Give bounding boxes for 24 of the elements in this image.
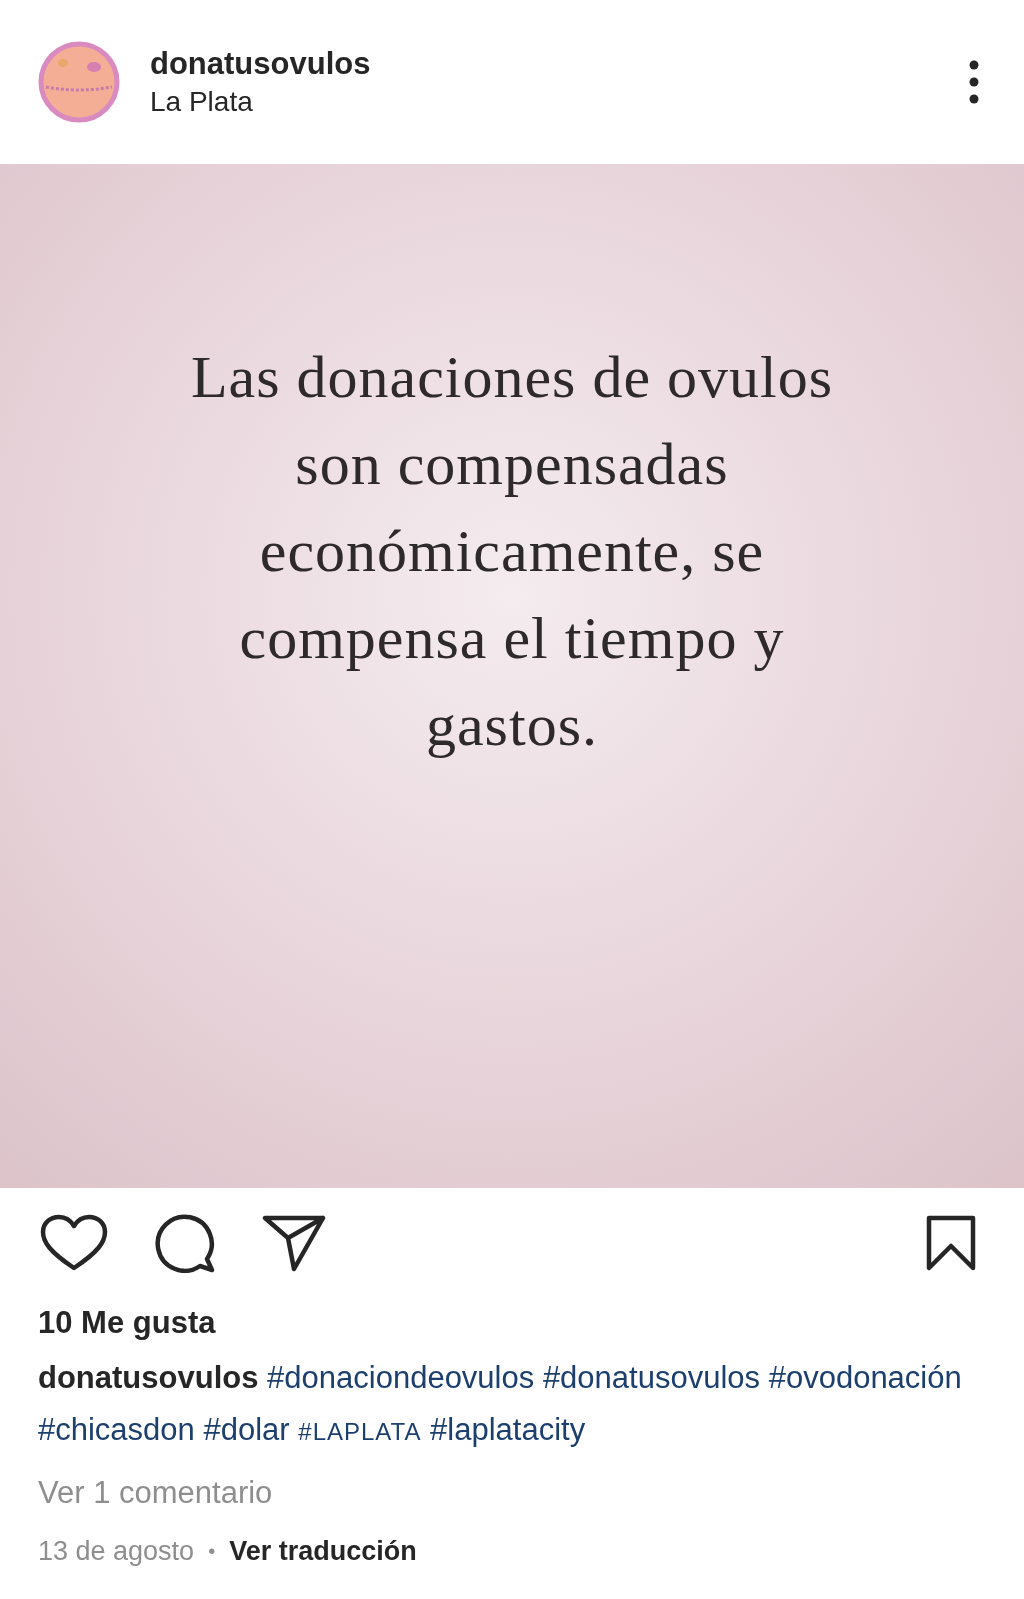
post-date: 13 de agosto (38, 1534, 195, 1568)
like-icon[interactable] (40, 1214, 108, 1272)
separator-dot: • (208, 1539, 216, 1564)
avatar-icon[interactable] (38, 41, 120, 123)
hashtag-link[interactable]: #dolar (203, 1412, 290, 1447)
hashtag-link[interactable]: #LAPLATA (298, 1418, 422, 1445)
bookmark-icon[interactable] (926, 1215, 976, 1271)
comment-icon[interactable] (154, 1213, 216, 1273)
account-username[interactable]: donatusovulos (150, 44, 371, 84)
hashtag-link[interactable]: #ovodonación (768, 1360, 962, 1395)
post-text: son compensadas (295, 430, 729, 499)
hashtag-link[interactable]: #laplatacity (430, 1412, 586, 1447)
hashtag-link[interactable]: #chicasdon (38, 1412, 195, 1447)
hashtag-link[interactable]: #donaciondeovulos (267, 1360, 535, 1395)
translate-link[interactable]: Ver traducción (229, 1530, 417, 1572)
post-text: económicamente, se (259, 517, 765, 586)
likes-count[interactable]: 10 Me gusta (38, 1298, 994, 1348)
post-text: compensa el tiempo y (239, 604, 785, 673)
caption-text: donatusovulos #donaciondeovulos #donatusovulos #ovodonación #chicasdon #dolar #LAPLATA #laplatacity (38, 1359, 963, 1449)
location-text[interactable]: La Plata (150, 84, 371, 120)
post-text: gastos. (426, 691, 598, 760)
hashtag-link[interactable]: #donatusovulos (542, 1360, 761, 1395)
post-text: Las donaciones de ovulos (190, 343, 834, 412)
send-icon[interactable] (262, 1214, 326, 1272)
